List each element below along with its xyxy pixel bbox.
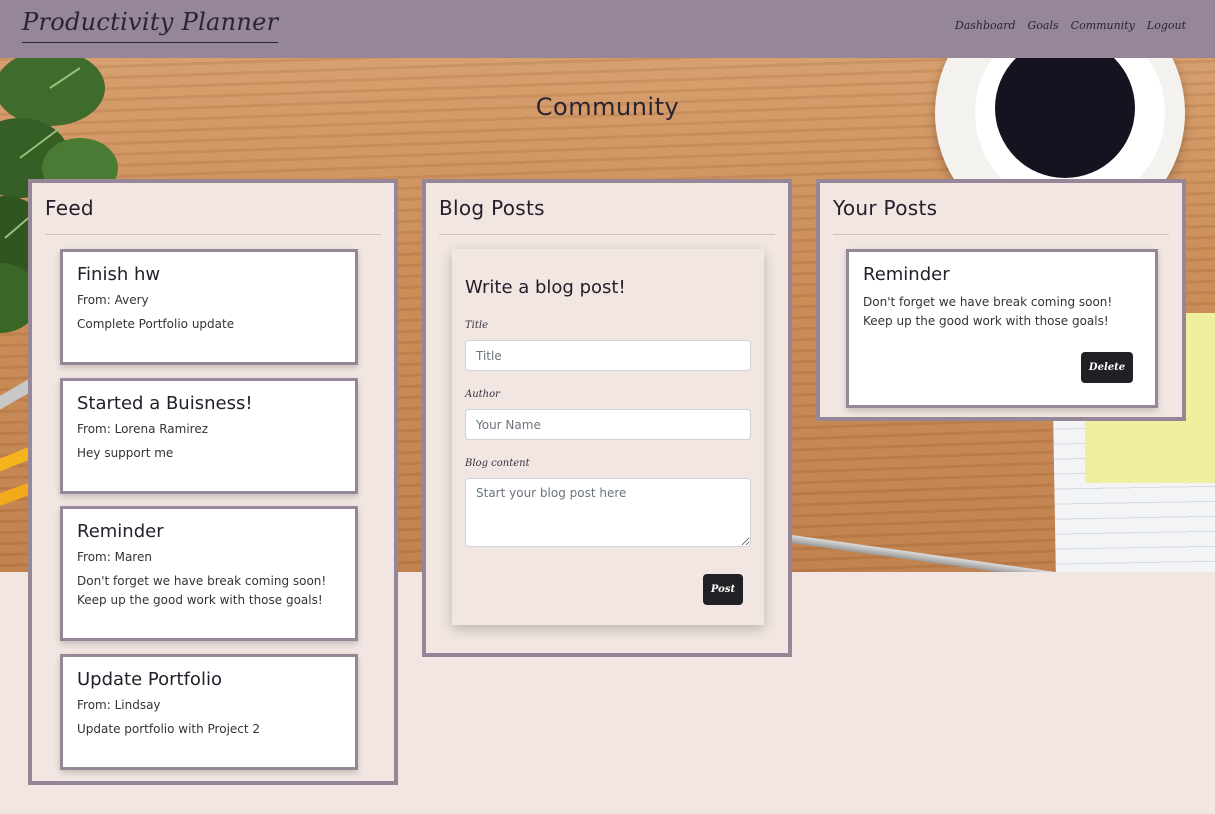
divider [439,234,775,235]
divider [833,234,1169,235]
nav-link-dashboard[interactable]: Dashboard [955,19,1016,32]
feed-post-card: Reminder From: Maren Don't forget we hav… [60,506,358,641]
post-body: Don't forget we have break coming soon! … [77,574,327,607]
author-label: Author [465,389,500,400]
your-posts-title: Your Posts [833,196,938,220]
page-title: Community [535,93,680,121]
post-title: Reminder [77,521,164,542]
feed-post-card: Started a Buisness! From: Lorena Ramirez… [60,378,358,494]
blog-posts-title: Blog Posts [439,196,545,220]
post-title: Started a Buisness! [77,393,253,414]
title-input[interactable] [465,340,751,371]
feed-post-card: Finish hw From: Avery Complete Portfolio… [60,249,358,365]
post-body: Complete Portfolio update [77,317,235,331]
post-author: From: Lindsay [77,698,161,712]
post-title: Finish hw [77,264,161,285]
post-button[interactable]: Post [703,574,743,605]
post-title: Reminder [863,264,950,285]
brand-logo[interactable]: Productivity Planner [22,8,279,43]
post-author: From: Maren [77,550,152,564]
nav-links: Dashboard Goals Community Logout [955,19,1186,32]
feed-post-card: Update Portfolio From: Lindsay Update po… [60,654,358,770]
form-heading: Write a blog post! [465,277,626,298]
delete-button[interactable]: Delete [1081,352,1133,383]
post-author: From: Lorena Ramirez [77,422,209,436]
nav-link-logout[interactable]: Logout [1147,19,1186,32]
feed-panel: Feed Finish hw From: Avery Complete Port… [28,179,398,785]
post-title: Update Portfolio [77,669,222,690]
divider [45,234,381,235]
pen-decoration [761,530,1079,572]
post-author: From: Avery [77,293,149,307]
blog-posts-panel: Blog Posts Write a blog post! Title Auth… [422,179,792,657]
feed-title: Feed [45,196,94,220]
blog-post-form: Write a blog post! Title Author Blog con… [452,249,764,625]
blog-content-label: Blog content [465,458,530,469]
your-posts-panel: Your Posts Reminder Don't forget we have… [816,179,1186,421]
author-input[interactable] [465,409,751,440]
nav-link-community[interactable]: Community [1071,19,1135,32]
post-body: Update portfolio with Project 2 [77,722,261,736]
post-body: Hey support me [77,446,174,460]
post-body: Don't forget we have break coming soon! … [863,295,1113,328]
your-post-card: Reminder Don't forget we have break comi… [846,249,1158,408]
title-label: Title [465,320,489,331]
blog-content-textarea[interactable] [465,478,751,547]
navbar: Productivity Planner Dashboard Goals Com… [0,0,1215,58]
nav-link-goals[interactable]: Goals [1028,19,1059,32]
